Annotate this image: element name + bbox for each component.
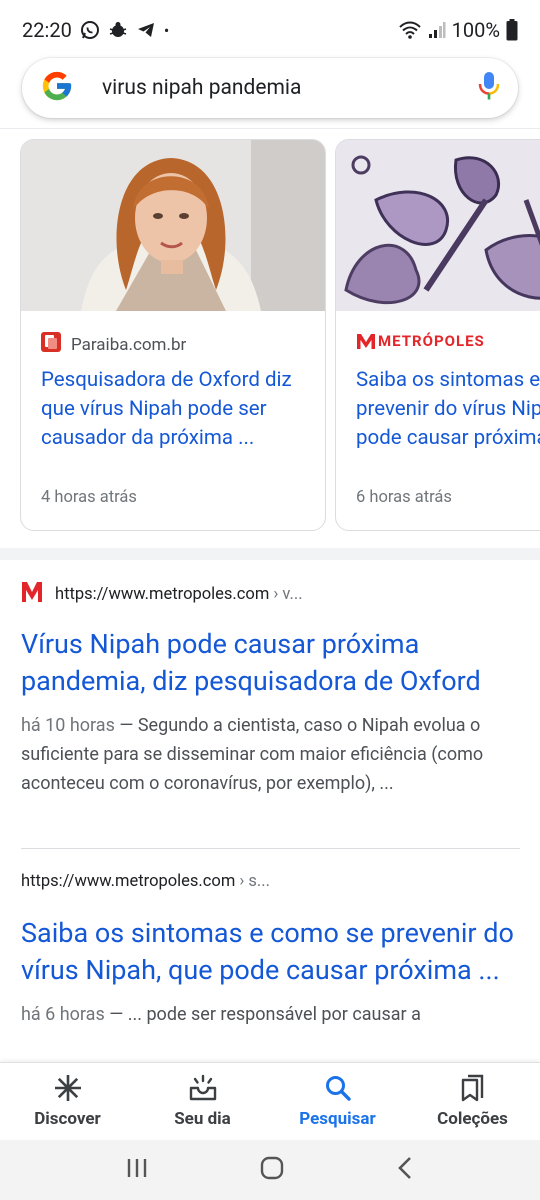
nav-discover[interactable]: Discover — [0, 1063, 135, 1138]
signal-icon — [428, 21, 446, 39]
metropoles-logo: METRÓPOLES — [356, 332, 485, 350]
story-card-metropoles[interactable]: METRÓPOLES Saiba os sintomas e como se p… — [335, 139, 540, 531]
telegram-icon — [136, 20, 156, 40]
result-snippet: há 6 horas — ... pode ser responsável po… — [21, 1000, 520, 1029]
google-logo-icon — [40, 69, 74, 107]
search-icon — [325, 1075, 351, 1101]
bottom-nav: Discover Seu dia Pesquisar Coleções — [0, 1062, 540, 1138]
top-divider — [0, 128, 540, 129]
status-right: 100% — [398, 18, 518, 42]
story-thumbnail-virus — [336, 140, 540, 311]
whatsapp-icon — [80, 20, 100, 40]
story-time: 6 horas atrás — [356, 488, 452, 507]
nav-colecoes-label: Coleções — [437, 1108, 508, 1129]
story-title[interactable]: Pesquisadora de Oxford diz que vírus Nip… — [41, 366, 311, 453]
top-stories-carousel[interactable]: Paraiba.com.br Pesquisadora de Oxford di… — [20, 139, 540, 531]
search-result[interactable]: https://www.metropoles.com › v... Vírus … — [21, 581, 520, 798]
nav-seu-dia[interactable]: Seu dia — [135, 1063, 270, 1138]
status-bar: 22:20 • 100% — [0, 0, 540, 60]
result-date: há 10 horas — [21, 715, 115, 736]
nav-pesquisar[interactable]: Pesquisar — [270, 1063, 405, 1138]
bookmarks-icon — [461, 1074, 483, 1101]
status-dot: • — [163, 20, 170, 40]
result-snippet: há 10 horas — Segundo a cientista, caso … — [21, 711, 520, 798]
story-card-paraiba[interactable]: Paraiba.com.br Pesquisadora de Oxford di… — [20, 139, 326, 531]
story-source-name: Paraiba.com.br — [71, 334, 187, 355]
result-url-row[interactable]: https://www.metropoles.com › s... — [21, 872, 520, 891]
result-breadcrumb: › v... — [273, 585, 303, 604]
story-thumbnail-researcher — [21, 140, 325, 311]
bug-notification-icon — [108, 20, 128, 40]
result-divider — [21, 848, 520, 849]
story-time: 4 horas atrás — [41, 488, 137, 507]
result-title[interactable]: Vírus Nipah pode causar próxima pandemia… — [21, 626, 520, 700]
nav-colecoes[interactable]: Coleções — [405, 1063, 540, 1138]
metropoles-favicon-icon — [21, 581, 43, 608]
sunrise-inbox-icon — [189, 1074, 216, 1100]
home-icon[interactable] — [260, 1156, 284, 1184]
story-source: METRÓPOLES — [356, 332, 485, 350]
result-snippet-text: — ... pode ser responsável por causar a — [104, 1004, 421, 1025]
search-bar[interactable]: virus nipah pandemia — [22, 58, 518, 118]
story-title[interactable]: Saiba os sintomas e como se prevenir do … — [356, 366, 540, 453]
result-url[interactable]: https://www.metropoles.com — [21, 872, 235, 891]
search-result[interactable]: https://www.metropoles.com › s... Saiba … — [21, 872, 520, 1029]
result-url-row[interactable]: https://www.metropoles.com › v... — [21, 581, 520, 608]
system-nav-bar — [0, 1140, 540, 1200]
status-left: 22:20 • — [22, 18, 169, 42]
nav-pesquisar-label: Pesquisar — [299, 1108, 376, 1129]
section-separator — [0, 548, 540, 560]
wifi-icon — [398, 20, 422, 40]
result-title[interactable]: Saiba os sintomas e como se prevenir do … — [21, 915, 520, 989]
microphone-icon[interactable] — [478, 71, 500, 105]
search-input[interactable]: virus nipah pandemia — [102, 76, 478, 100]
result-breadcrumb: › s... — [239, 872, 270, 891]
recent-apps-icon[interactable] — [125, 1157, 149, 1183]
nav-discover-label: Discover — [34, 1108, 101, 1129]
back-icon[interactable] — [395, 1156, 415, 1184]
discover-asterisk-icon — [54, 1074, 81, 1101]
result-url[interactable]: https://www.metropoles.com — [55, 585, 269, 604]
story-source: Paraiba.com.br — [41, 332, 186, 357]
result-date: há 6 horas — [21, 1004, 105, 1025]
paraiba-logo-icon — [41, 332, 61, 357]
status-time: 22:20 — [22, 18, 72, 42]
battery-icon — [506, 19, 518, 41]
nav-seu-dia-label: Seu dia — [174, 1108, 231, 1129]
battery-percent: 100% — [451, 18, 500, 42]
